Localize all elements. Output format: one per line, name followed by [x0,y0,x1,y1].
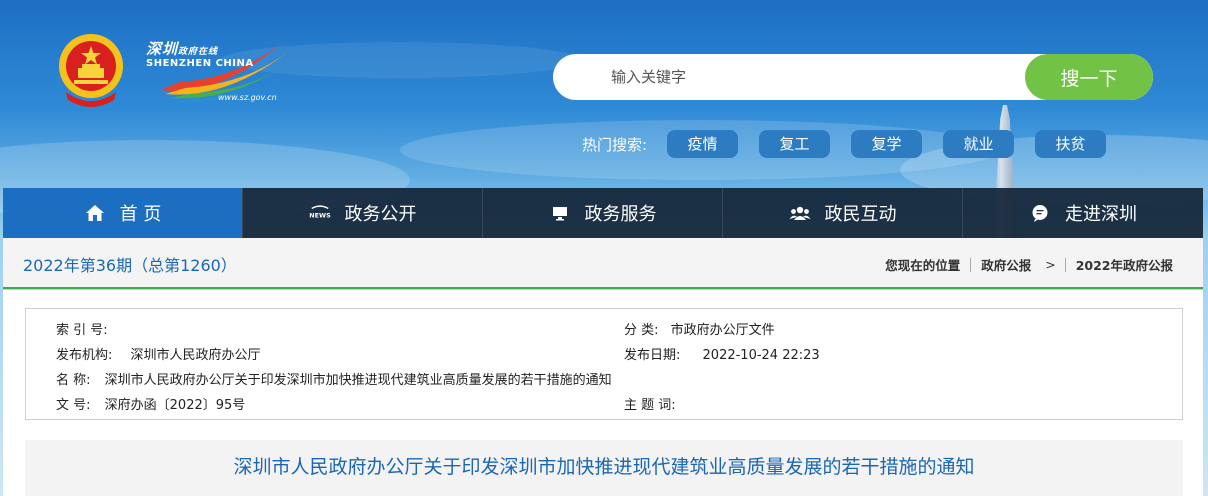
main-nav: 首 页 NEWS 政务公开 政务服务 政民互动 走进深圳 [3,188,1203,238]
meta-category: 分 类: 市政府办公厅文件 [624,319,775,338]
monitor-icon [549,203,571,223]
meta-key: 发布日期: [624,348,681,363]
hot-searches-label: 热门搜索: [582,135,648,154]
meta-key: 文 号: [56,398,91,413]
meta-value: 深府办函〔2022〕95号 [104,398,246,413]
search-button[interactable]: 搜一下 [1025,54,1153,100]
nav-item-label: 走进深圳 [1065,204,1137,225]
breadcrumb-link-gazette[interactable]: 政府公报 [981,255,1031,274]
meta-key: 名 称: [56,373,91,388]
nav-item-label: 政民互动 [824,204,897,225]
meta-publisher: 发布机构: 深圳市人民政府办公厅 [56,344,261,363]
hot-tag-epidemic[interactable]: 疫情 [667,130,739,158]
issue-number: 2022年第36期（总第1260） [23,256,237,275]
meta-name: 名 称: 深圳市人民政府办公厅关于印发深圳市加快推进现代建筑业高质量发展的若干措… [56,369,612,388]
search-input[interactable] [553,54,1023,100]
nav-item-gov-affairs[interactable]: NEWS 政务公开 [243,188,483,238]
meta-index: 索 引 号: [56,319,108,338]
hot-tag-resume-school[interactable]: 复学 [851,130,923,158]
breadcrumb: 您现在的位置 政府公报 > 2022年政府公报 [885,255,1173,274]
hot-tag-resume-work[interactable]: 复工 [759,130,831,158]
nav-item-label: 政务服务 [584,204,657,225]
home-icon [84,203,106,223]
meta-date: 发布日期: 2022-10-24 22:23 [624,344,820,363]
document-title: 深圳市人民政府办公厅关于印发深圳市加快推进现代建筑业高质量发展的若干措施的通知 [233,456,975,478]
location-label: 您现在的位置 [885,258,961,273]
nav-item-gov-services[interactable]: 政务服务 [483,188,723,238]
meta-key: 分 类: [624,323,659,338]
document-title-box: 深圳市人民政府办公厅关于印发深圳市加快推进现代建筑业高质量发展的若干措施的通知 [25,440,1183,496]
meta-value: 深圳市人民政府办公厅 [130,348,261,363]
meta-value: 2022-10-24 22:23 [702,348,820,363]
nav-item-label: 政务公开 [344,204,417,225]
logo-english-text: SHENZHEN CHINA [146,58,254,69]
national-emblem-icon [59,34,123,107]
svg-text:NEWS: NEWS [309,212,331,220]
nav-item-label: 首 页 [119,204,162,225]
people-icon [789,203,811,223]
breadcrumb-divider [970,257,972,272]
meta-key: 索 引 号: [56,323,108,338]
logo-url-text: www.sz.gov.cn [218,93,277,102]
nav-item-interaction[interactable]: 政民互动 [723,188,963,238]
nav-item-shenzhen[interactable]: 走进深圳 [963,188,1203,238]
content-area: 索 引 号: 分 类: 市政府办公厅文件 发布机构: 深圳市人民政府办公厅 发布… [3,290,1203,496]
news-icon: NEWS [309,203,331,223]
breadcrumb-divider [1064,257,1066,272]
search-box: 搜一下 [553,54,1153,100]
logo-chinese-text: 深圳政府在线 [146,38,218,59]
meta-subject: 主 题 词: [624,394,676,413]
logo-cn-main: 深圳 [146,40,179,58]
meta-doc-number: 文 号: 深府办函〔2022〕95号 [56,394,245,413]
logo-cn-sub: 政府在线 [178,47,219,57]
breadcrumb-bar: 2022年第36期（总第1260） 您现在的位置 政府公报 > 2022年政府公… [3,238,1203,289]
chat-icon [1029,203,1051,223]
meta-value: 市政府办公厅文件 [670,323,775,338]
document-meta-table: 索 引 号: 分 类: 市政府办公厅文件 发布机构: 深圳市人民政府办公厅 发布… [25,308,1183,420]
meta-key: 主 题 词: [624,398,676,413]
hot-searches: 热门搜索: 疫情 复工 复学 就业 扶贫 [582,130,1127,158]
meta-key: 发布机构: [56,348,113,363]
hot-tag-employment[interactable]: 就业 [943,130,1015,158]
breadcrumb-link-2022-gazette[interactable]: 2022年政府公报 [1076,255,1173,274]
meta-value: 深圳市人民政府办公厅关于印发深圳市加快推进现代建筑业高质量发展的若干措施的通知 [104,373,612,388]
hot-tag-poverty-relief[interactable]: 扶贫 [1035,130,1107,158]
nav-item-home[interactable]: 首 页 [3,188,243,238]
breadcrumb-separator: > [1045,257,1056,272]
